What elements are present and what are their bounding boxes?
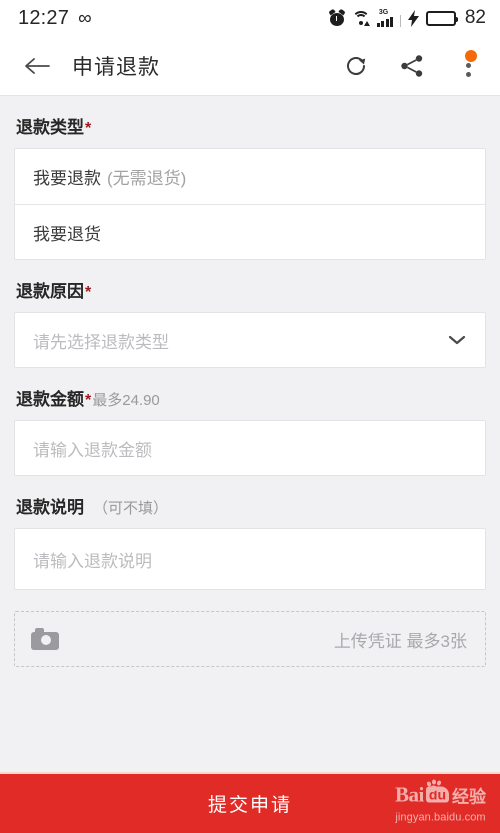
option-main-text: 我要退货 (33, 224, 101, 244)
camera-icon (31, 628, 59, 650)
refund-amount-label-text: 退款金额 (16, 390, 84, 409)
status-bar-left: 12:27 ∞ (18, 7, 92, 30)
status-time: 12:27 (18, 6, 70, 29)
signal-3g-icon: 3G (376, 8, 401, 27)
watermark-brand-mark: du (425, 786, 449, 803)
refund-amount-placeholder: 请输入退款金额 (33, 440, 152, 460)
refund-note-label-text: 退款说明 (16, 498, 84, 517)
share-icon[interactable] (398, 52, 426, 80)
refund-note-label: 退款说明 （可不填） (14, 476, 486, 528)
app-bar: 申请退款 (0, 36, 500, 96)
infinity-icon: ∞ (78, 7, 92, 29)
wifi-icon (351, 10, 370, 26)
chevron-down-icon (447, 330, 467, 350)
battery-percent-label: 82 (464, 7, 486, 28)
watermark-brand-suffix: 经验 (452, 787, 486, 806)
refund-amount-max-hint: 最多24.90 (92, 392, 160, 409)
refund-reason-label-text: 退款原因 (16, 282, 84, 301)
option-sub-text: (无需退货) (107, 169, 187, 188)
refund-reason-placeholder: 请先选择退款类型 (33, 332, 169, 352)
upload-evidence-area[interactable]: 上传凭证 最多3张 (14, 611, 486, 667)
menu-notification-badge (465, 50, 477, 62)
refund-amount-label: 退款金额 * 最多24.90 (14, 368, 486, 420)
app-screen: 12:27 ∞ 3G 82 申请退款 退款类型 * 我要退款 (无需退货) 我要… (0, 0, 500, 833)
refund-reason-select[interactable]: 请先选择退款类型 (14, 312, 486, 368)
refund-note-placeholder: 请输入退款说明 (33, 552, 152, 571)
refund-type-label-text: 退款类型 (16, 118, 84, 137)
refund-amount-input[interactable]: 请输入退款金额 (14, 420, 486, 476)
page-title: 申请退款 (72, 55, 160, 79)
status-bar-right: 3G 82 (328, 7, 486, 29)
alarm-clock-icon (328, 8, 346, 26)
refund-type-option-no-return[interactable]: 我要退款 (无需退货) (15, 149, 485, 204)
watermark-url: jingyan.baidu.com (395, 811, 486, 823)
battery-icon (425, 10, 458, 26)
refund-type-required-mark: * (85, 120, 92, 137)
more-vertical-icon[interactable] (454, 50, 482, 80)
option-main-text: 我要退款 (33, 169, 101, 188)
refund-reason-label: 退款原因 * (14, 260, 486, 312)
charging-bolt-icon (407, 9, 419, 27)
refund-form: 退款类型 * 我要退款 (无需退货) 我要退货 退款原因 * 请先选择退款类型 (0, 96, 500, 772)
refund-note-textarea[interactable]: 请输入退款说明 (14, 528, 486, 590)
watermark-brand: Bai (395, 782, 424, 806)
paw-print-icon (426, 779, 446, 793)
status-bar: 12:27 ∞ 3G 82 (0, 0, 500, 36)
refund-type-label: 退款类型 * (14, 96, 486, 148)
baidu-jingyan-watermark: Bai du 经验 jingyan.baidu.com (395, 779, 486, 825)
refund-reason-required-mark: * (85, 284, 92, 301)
refund-type-options: 我要退款 (无需退货) 我要退货 (14, 148, 486, 260)
upload-evidence-label: 上传凭证 最多3张 (333, 631, 467, 651)
refund-note-optional-hint: （可不填） (93, 500, 169, 517)
submit-application-button[interactable]: 提交申请 Bai du 经验 jingyan.baidu.com (0, 772, 500, 833)
refund-amount-required-mark: * (85, 392, 92, 409)
network-type-label: 3G (378, 8, 389, 16)
refresh-icon[interactable] (342, 52, 370, 80)
submit-button-label: 提交申请 (207, 795, 292, 816)
app-bar-actions (342, 50, 482, 80)
refund-type-option-return-goods[interactable]: 我要退货 (15, 204, 485, 259)
back-arrow-icon[interactable] (22, 51, 52, 81)
